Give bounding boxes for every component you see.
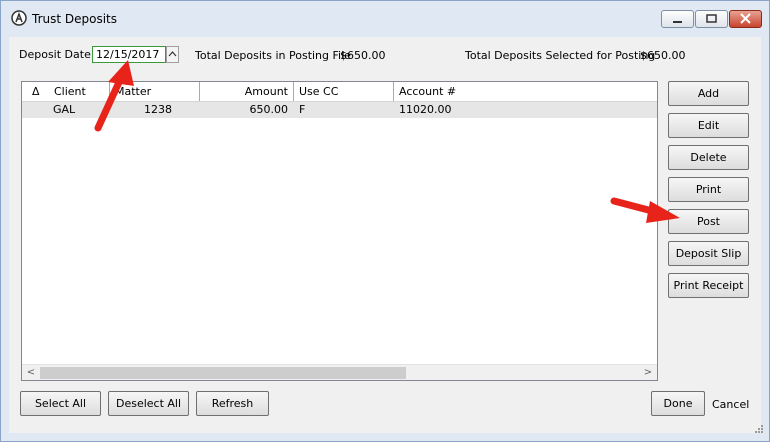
- cell-client: GAL: [53, 103, 76, 116]
- posting-file-total-label: Total Deposits in Posting File: [195, 49, 351, 62]
- close-icon: [740, 13, 751, 24]
- cell-account: 11020.00: [399, 103, 452, 116]
- annotation-arrow-date: [94, 60, 134, 132]
- deselect-all-button[interactable]: Deselect All: [108, 391, 189, 416]
- deposit-slip-button[interactable]: Deposit Slip: [668, 241, 749, 266]
- delete-button[interactable]: Delete: [668, 145, 749, 170]
- cell-use-cc: F: [299, 103, 306, 116]
- add-button[interactable]: Add: [668, 81, 749, 106]
- posting-file-total-value: $650.00: [340, 49, 386, 62]
- selected-total-label: Total Deposits Selected for Posting: [465, 49, 656, 62]
- cell-amount: 650.00: [249, 103, 289, 116]
- scrollbar-thumb[interactable]: [40, 367, 406, 379]
- select-all-button[interactable]: Select All: [20, 391, 101, 416]
- selected-total-value: $650.00: [640, 49, 686, 62]
- maximize-button[interactable]: [695, 10, 728, 28]
- date-spin-button[interactable]: [166, 46, 179, 63]
- minimize-icon: [673, 21, 682, 23]
- deposit-date-label: Deposit Date: [19, 48, 91, 61]
- annotation-arrow-post: [610, 197, 680, 223]
- scroll-left-icon[interactable]: <: [24, 366, 38, 380]
- edit-button[interactable]: Edit: [668, 113, 749, 138]
- refresh-button[interactable]: Refresh: [196, 391, 269, 416]
- column-header-amount[interactable]: Amount: [200, 82, 294, 101]
- minimize-button[interactable]: [661, 10, 694, 28]
- title-bar: Trust Deposits: [1, 1, 769, 37]
- maximize-icon: [706, 14, 717, 23]
- print-receipt-button[interactable]: Print Receipt: [668, 273, 749, 298]
- close-button[interactable]: [729, 10, 762, 28]
- horizontal-scrollbar[interactable]: < >: [22, 364, 657, 380]
- sort-indicator-icon: Δ: [32, 85, 40, 98]
- column-header-account[interactable]: Account #: [394, 82, 657, 101]
- resize-grip-icon[interactable]: [752, 424, 764, 436]
- window-title: Trust Deposits: [32, 12, 118, 26]
- app-logo-icon: [11, 10, 27, 26]
- cancel-button[interactable]: Cancel: [712, 398, 749, 411]
- done-button[interactable]: Done: [651, 391, 705, 416]
- column-header-use-cc[interactable]: Use CC: [294, 82, 394, 101]
- spin-up-icon: [168, 51, 177, 57]
- scroll-right-icon[interactable]: >: [641, 366, 655, 380]
